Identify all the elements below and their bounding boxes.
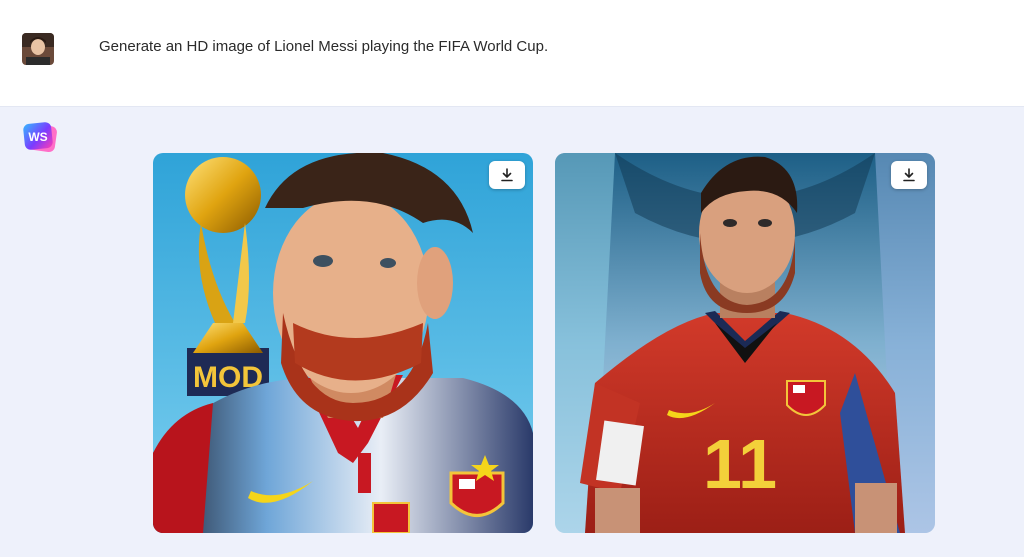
generated-image-2[interactable]: 11 [555, 153, 935, 533]
download-button-2[interactable] [891, 161, 927, 189]
jersey-number: 11 [703, 425, 777, 503]
generated-image-1[interactable]: MOD [153, 153, 533, 533]
download-button-1[interactable] [489, 161, 525, 189]
user-message-row: Generate an HD image of Lionel Messi pla… [0, 0, 1024, 106]
download-icon [903, 168, 915, 182]
assistant-response-row: WS MOD 11 [0, 106, 1024, 557]
ws-logo: WS [22, 121, 58, 155]
messi-jersey-image: 11 [555, 153, 935, 533]
ws-logo-text: WS [28, 130, 47, 144]
messi-trophy-image: MOD [153, 153, 533, 533]
user-avatar-photo-icon [22, 33, 54, 65]
ws-logo-icon: WS [23, 122, 57, 153]
user-prompt-text: Generate an HD image of Lionel Messi pla… [99, 38, 549, 55]
user-avatar [22, 33, 54, 65]
download-icon [501, 168, 513, 182]
